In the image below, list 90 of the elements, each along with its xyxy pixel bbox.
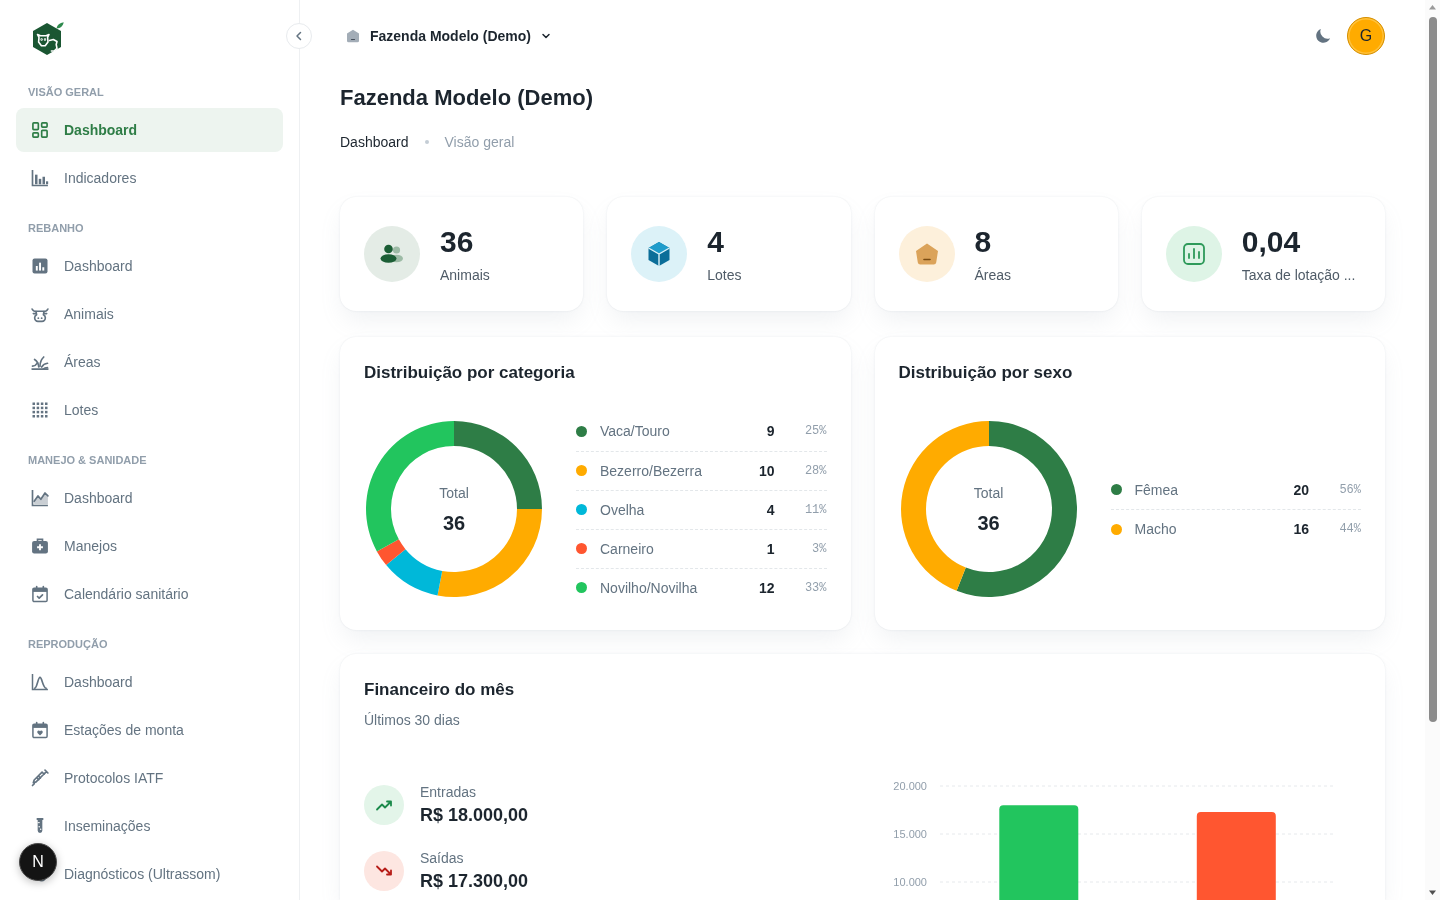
- stat-value: 8: [974, 223, 992, 260]
- legend-count: 4: [766, 501, 775, 518]
- nav-item[interactable]: Protocolos IATF: [64, 768, 164, 788]
- legend-count: 10: [758, 462, 775, 479]
- page-title: Fazenda Modelo (Demo): [340, 84, 593, 112]
- nav-item[interactable]: Dashboard: [64, 256, 133, 276]
- legend-count: 12: [758, 579, 775, 596]
- legend-count: 20: [1293, 481, 1309, 498]
- section-heading: MANEJO & SANIDADE: [28, 453, 147, 468]
- stat-label: Lotes: [707, 265, 742, 285]
- axis-tick-label: 20.000: [893, 780, 927, 792]
- nav-item[interactable]: Manejos: [64, 536, 117, 556]
- logo[interactable]: [30, 20, 66, 58]
- farm-selector[interactable]: Fazenda Modelo (Demo): [340, 24, 557, 48]
- legend-percent: 28%: [804, 463, 827, 478]
- nav-item[interactable]: Estações de monta: [64, 720, 184, 740]
- medical-bag-icon: [30, 536, 50, 556]
- nav-item[interactable]: Áreas: [64, 352, 101, 372]
- cube-icon: [631, 226, 688, 282]
- chart-box-icon: [1165, 226, 1222, 282]
- nav-item[interactable]: Diagnósticos (Ultrassom): [64, 864, 221, 884]
- bar-chart-icon: [30, 168, 50, 188]
- section-heading: REPRODUÇÃO: [28, 637, 108, 652]
- legend-count: 1: [766, 540, 775, 557]
- donut-center-label: Total: [439, 484, 469, 503]
- nav-item[interactable]: Dashboard: [64, 672, 133, 692]
- users-icon: [364, 226, 420, 282]
- avatar-button[interactable]: G: [1347, 17, 1385, 55]
- line-chart-icon: [30, 488, 50, 508]
- donut-slice: [956, 421, 1077, 597]
- legend-label: Novilho/Novilha: [600, 579, 698, 596]
- house-icon: [345, 28, 361, 44]
- trending-down-icon: [364, 851, 404, 891]
- breadcrumb-item[interactable]: Dashboard: [340, 132, 409, 152]
- chart-square-icon: [30, 256, 50, 276]
- nav-item[interactable]: Calendário sanitário: [64, 584, 189, 604]
- stat-value: 0,04: [1241, 223, 1301, 260]
- legend-label: Macho: [1134, 521, 1177, 537]
- axis-tick-label: 15.000: [893, 828, 927, 840]
- legend-label: Vaca/Touro: [600, 423, 670, 439]
- nav-item[interactable]: Animais: [64, 304, 114, 324]
- donut-slice: [386, 549, 443, 596]
- section-heading: VISÃO GERAL: [28, 85, 104, 100]
- legend-percent: 3%: [812, 541, 827, 556]
- donut-center-value: 36: [442, 511, 466, 535]
- legend-percent: 25%: [804, 424, 827, 438]
- entry-label: Entradas: [420, 783, 477, 802]
- donut-center-label: Total: [973, 484, 1004, 503]
- legend-label: Bezerro/Bezerra: [600, 462, 702, 479]
- dot-grid-icon: [30, 400, 50, 420]
- nav-item[interactable]: Indicadores: [64, 168, 137, 188]
- nav-item[interactable]: Lotes: [64, 400, 99, 420]
- legend-percent: 33%: [804, 580, 827, 595]
- card-subtitle: Últimos 30 dias: [364, 711, 460, 730]
- bell-curve-icon: [30, 672, 50, 692]
- nav-item[interactable]: Dashboard: [16, 108, 283, 152]
- legend-percent: 56%: [1339, 482, 1361, 497]
- scrollbar-thumb[interactable]: [1428, 17, 1437, 722]
- legend-percent: 11%: [804, 502, 827, 517]
- breadcrumb-item: Visão geral: [444, 133, 515, 152]
- donut-slice: [437, 509, 542, 597]
- legend-count: 9: [766, 423, 775, 439]
- entry-amount: R$ 17.300,00: [420, 870, 529, 893]
- nav-item[interactable]: Inseminações: [64, 816, 151, 836]
- legend-count: 16: [1293, 521, 1309, 537]
- entry-amount: R$ 18.000,00: [420, 804, 529, 827]
- stat-value: 36: [440, 223, 474, 260]
- legend-label: Fêmea: [1134, 481, 1179, 498]
- legend-percent: 44%: [1339, 522, 1361, 536]
- card-title: Financeiro do mês: [364, 679, 515, 701]
- card-title: Distribuição por sexo: [898, 362, 1073, 384]
- stat-value: 4: [707, 223, 724, 260]
- section-heading: REBANHO: [28, 221, 84, 236]
- axis-tick-label: 10.000: [893, 876, 927, 888]
- separator-dot-icon: [424, 140, 429, 144]
- moon-icon[interactable]: [1313, 26, 1333, 46]
- calendar-check-icon: [30, 584, 50, 604]
- legend-label: Ovelha: [600, 501, 645, 518]
- syringe-icon: [30, 768, 50, 788]
- donut-center-value: 36: [977, 511, 1000, 535]
- stat-label: Taxa de lotação ...: [1241, 265, 1356, 285]
- card-title: Distribuição por categoria: [364, 362, 575, 384]
- stat-label: Animais: [440, 265, 490, 285]
- nav-item[interactable]: Dashboard: [64, 488, 133, 508]
- legend-label: Carneiro: [600, 540, 654, 557]
- trending-up-icon: [364, 785, 404, 825]
- stat-label: Áreas: [974, 265, 1012, 285]
- entry-label: Saídas: [420, 849, 464, 868]
- donut-slice: [376, 539, 406, 566]
- layout-grid-icon: [30, 120, 50, 140]
